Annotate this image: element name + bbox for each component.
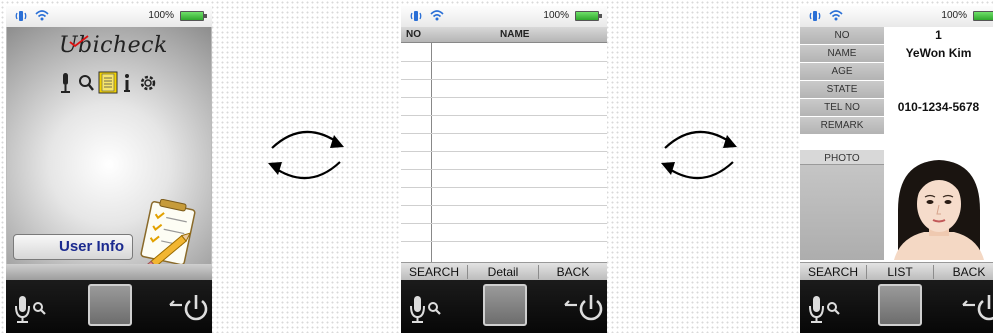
device-user-detail: 100% NO 1 NAME YeWon Kim AGE STATE TEL N… bbox=[800, 6, 993, 333]
wifi-icon bbox=[35, 10, 49, 21]
detail-row-age: AGE bbox=[800, 63, 993, 80]
info-icon[interactable] bbox=[124, 74, 130, 92]
vibrate-icon bbox=[15, 11, 27, 21]
search-button[interactable]: SEARCH bbox=[401, 263, 467, 281]
hardware-button-bar bbox=[800, 280, 993, 333]
status-bar: 100% bbox=[401, 6, 607, 27]
voice-search-icon[interactable] bbox=[14, 294, 50, 324]
user-photo bbox=[884, 150, 993, 260]
voice-search-icon[interactable] bbox=[808, 294, 844, 324]
battery-icon bbox=[575, 11, 602, 21]
column-header-no: NO bbox=[406, 29, 421, 40]
voice-search-icon[interactable] bbox=[409, 294, 445, 324]
gear-icon[interactable] bbox=[140, 75, 156, 91]
battery-icon bbox=[180, 11, 207, 21]
field-label: AGE bbox=[800, 63, 884, 80]
detail-row-tel: TEL NO 010-1234-5678 bbox=[800, 99, 993, 116]
back-button[interactable]: BACK bbox=[934, 263, 993, 281]
list-header: NO NAME bbox=[401, 27, 607, 43]
soft-key-bar: SEARCH LIST BACK bbox=[800, 262, 993, 280]
detail-row-name: NAME YeWon Kim bbox=[800, 45, 993, 62]
logo-check-mark-icon bbox=[69, 35, 89, 48]
list-row[interactable] bbox=[401, 187, 607, 188]
user-detail-table: NO 1 NAME YeWon Kim AGE STATE TEL NO 010… bbox=[800, 27, 993, 149]
list-row[interactable] bbox=[401, 205, 607, 206]
status-bar: 100% bbox=[800, 6, 993, 27]
back-power-icon[interactable] bbox=[168, 293, 208, 325]
status-bar: 100% bbox=[6, 6, 212, 27]
center-button[interactable] bbox=[483, 284, 527, 326]
back-button[interactable]: BACK bbox=[539, 263, 607, 281]
field-label: STATE bbox=[800, 81, 884, 98]
user-list[interactable] bbox=[401, 43, 607, 263]
column-header-name: NAME bbox=[500, 29, 530, 40]
field-label: REMARK bbox=[800, 117, 884, 134]
back-power-icon[interactable] bbox=[563, 293, 603, 325]
detail-button[interactable]: Detail bbox=[468, 263, 538, 281]
user-info-button[interactable]: User Info bbox=[13, 234, 133, 260]
field-value: 010-1234-5678 bbox=[884, 99, 993, 116]
notepad-pencil-icon[interactable] bbox=[132, 199, 202, 267]
field-value bbox=[884, 63, 993, 80]
list-row[interactable] bbox=[401, 97, 607, 98]
field-value bbox=[884, 81, 993, 98]
soft-key-bar bbox=[6, 264, 212, 280]
battery-percent: 100% bbox=[941, 10, 967, 21]
vibrate-icon bbox=[809, 11, 821, 21]
hardware-button-bar bbox=[401, 280, 607, 333]
menu-icons bbox=[61, 71, 156, 94]
photo-label: PHOTO bbox=[800, 150, 884, 165]
battery-percent: 100% bbox=[148, 10, 174, 21]
field-label: NAME bbox=[800, 45, 884, 62]
microphone-icon[interactable] bbox=[61, 73, 70, 93]
battery-icon bbox=[973, 11, 993, 21]
detail-row-state: STATE bbox=[800, 81, 993, 98]
list-row[interactable] bbox=[401, 133, 607, 134]
wifi-icon bbox=[430, 10, 444, 21]
list-row[interactable] bbox=[401, 61, 607, 62]
column-divider bbox=[431, 43, 432, 263]
soft-key-bar: SEARCH Detail BACK bbox=[401, 262, 607, 280]
list-row[interactable] bbox=[401, 79, 607, 80]
field-value: YeWon Kim bbox=[884, 45, 993, 62]
list-row[interactable] bbox=[401, 241, 607, 242]
transition-arrows-icon bbox=[661, 130, 737, 180]
list-row[interactable] bbox=[401, 223, 607, 224]
vibrate-icon bbox=[410, 11, 422, 21]
list-row[interactable] bbox=[401, 151, 607, 152]
detail-row-remark: REMARK bbox=[800, 117, 993, 134]
back-power-icon[interactable] bbox=[961, 293, 993, 325]
list-button[interactable]: LIST bbox=[867, 263, 933, 281]
device-main-menu: 100% Ubicheck User Info bbox=[6, 6, 212, 333]
notebook-icon[interactable] bbox=[98, 71, 118, 94]
list-row[interactable] bbox=[401, 169, 607, 170]
hardware-button-bar bbox=[6, 280, 212, 333]
detail-row-no: NO 1 bbox=[800, 27, 993, 44]
field-value: 1 bbox=[884, 27, 993, 44]
center-button[interactable] bbox=[878, 284, 922, 326]
home-screen: Ubicheck User Info bbox=[6, 27, 212, 267]
photo-label-cell: PHOTO bbox=[800, 150, 884, 260]
field-label: TEL NO bbox=[800, 99, 884, 116]
device-user-list: 100% NO NAME SEARCH Detail BACK bbox=[401, 6, 607, 333]
field-label: NO bbox=[800, 27, 884, 44]
list-row[interactable] bbox=[401, 115, 607, 116]
wifi-icon bbox=[829, 10, 843, 21]
search-button[interactable]: SEARCH bbox=[800, 263, 866, 281]
center-button[interactable] bbox=[88, 284, 132, 326]
transition-arrows-icon bbox=[268, 130, 344, 180]
field-value bbox=[884, 117, 993, 134]
battery-percent: 100% bbox=[543, 10, 569, 21]
search-icon[interactable] bbox=[79, 75, 94, 91]
